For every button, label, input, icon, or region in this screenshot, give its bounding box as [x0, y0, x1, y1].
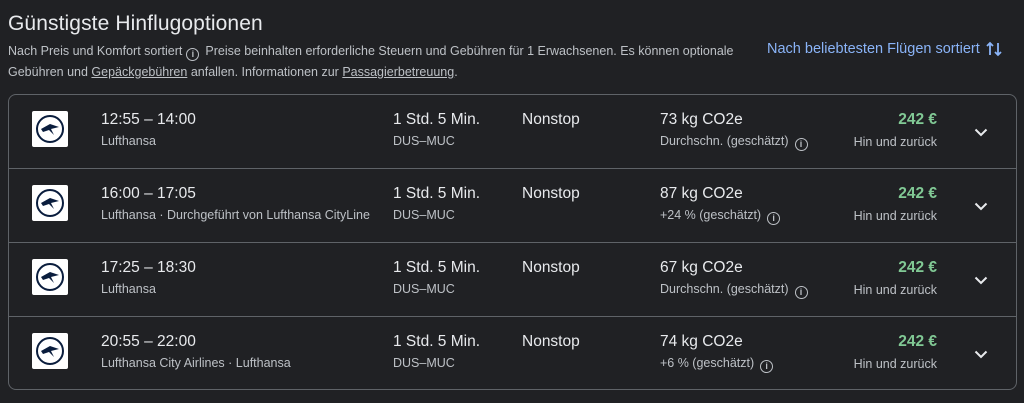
price-note: Hin und zurück — [853, 209, 937, 223]
flight-times: 16:00 – 17:05 — [101, 185, 196, 202]
co2-note-text: Durchschn. (geschätzt) — [660, 282, 789, 296]
passenger-assistance-link[interactable]: Passagierbetreuung — [342, 65, 454, 79]
flight-row[interactable]: 12:55 – 14:00 Lufthansa 1 Std. 5 Min. DU… — [9, 95, 1016, 169]
chevron-down-icon — [974, 350, 988, 358]
airline-name: Lufthansa — [101, 134, 156, 148]
flight-route: DUS–MUC — [393, 282, 455, 296]
airline-name: Lufthansa · Durchgeführt von Lufthansa C… — [101, 208, 370, 222]
info-icon[interactable]: i — [794, 286, 808, 299]
sorted-by-label: Nach Preis und Komfort sortiert — [8, 44, 183, 58]
co2-note: +24 % (geschätzt) i — [660, 208, 786, 225]
co2-note: Durchschn. (geschätzt) i — [660, 134, 814, 151]
flight-price: 242 € — [898, 111, 937, 128]
sort-by-popularity-button[interactable]: Nach beliebtesten Flügen sortiert — [767, 38, 1002, 60]
flight-route: DUS–MUC — [393, 356, 455, 370]
flight-results-page: Günstigste Hinflugoptionen Nach Preis un… — [0, 0, 1024, 403]
price-note: Hin und zurück — [853, 357, 937, 371]
flight-times: 20:55 – 22:00 — [101, 333, 196, 350]
co2-note-text: Durchschn. (geschätzt) — [660, 134, 789, 148]
flight-list: 12:55 – 14:00 Lufthansa 1 Std. 5 Min. DU… — [8, 94, 1017, 390]
co2-note: Durchschn. (geschätzt) i — [660, 282, 814, 299]
flight-duration: 1 Std. 5 Min. — [393, 259, 481, 276]
info-icon[interactable]: i — [760, 360, 774, 373]
baggage-fees-link[interactable]: Gepäckgebühren — [91, 65, 187, 79]
expand-button[interactable] — [967, 192, 995, 220]
expand-button[interactable] — [967, 340, 995, 368]
info-icon[interactable]: i — [186, 48, 200, 61]
co2-emissions: 74 kg CO2e — [660, 333, 743, 350]
expand-button[interactable] — [967, 266, 995, 294]
flight-stops: Nonstop — [522, 259, 580, 276]
info-icon[interactable]: i — [794, 138, 808, 151]
flight-route: DUS–MUC — [393, 208, 455, 222]
chevron-down-icon — [974, 128, 988, 136]
lufthansa-logo-icon — [32, 185, 68, 221]
price-info-text-3: . — [454, 65, 458, 79]
co2-emissions: 67 kg CO2e — [660, 259, 743, 276]
airline-name: Lufthansa City Airlines · Lufthansa — [101, 356, 291, 370]
flight-duration: 1 Std. 5 Min. — [393, 333, 481, 350]
flight-price: 242 € — [898, 185, 937, 202]
lufthansa-logo-icon — [32, 259, 68, 295]
flight-route: DUS–MUC — [393, 134, 455, 148]
co2-emissions: 87 kg CO2e — [660, 185, 743, 202]
co2-emissions: 73 kg CO2e — [660, 111, 743, 128]
expand-button[interactable] — [967, 118, 995, 146]
flight-times: 17:25 – 18:30 — [101, 259, 196, 276]
co2-note-text: +6 % (geschätzt) — [660, 356, 755, 370]
flight-row[interactable]: 17:25 – 18:30 Lufthansa 1 Std. 5 Min. DU… — [9, 243, 1016, 317]
flight-row[interactable]: 20:55 – 22:00 Lufthansa City Airlines · … — [9, 317, 1016, 389]
price-note: Hin und zurück — [853, 283, 937, 297]
flight-duration: 1 Std. 5 Min. — [393, 185, 481, 202]
flight-times: 12:55 – 14:00 — [101, 111, 196, 128]
chevron-down-icon — [974, 276, 988, 284]
flight-stops: Nonstop — [522, 185, 580, 202]
flight-price: 242 € — [898, 333, 937, 350]
flight-duration: 1 Std. 5 Min. — [393, 111, 481, 128]
co2-note-text: +24 % (geschätzt) — [660, 208, 762, 222]
flight-stops: Nonstop — [522, 111, 580, 128]
chevron-down-icon — [974, 202, 988, 210]
airline-name: Lufthansa — [101, 282, 156, 296]
section-subtitle: Nach Preis und Komfort sortiert i Preise b… — [8, 41, 758, 83]
lufthansa-logo-icon — [32, 111, 68, 147]
flight-stops: Nonstop — [522, 333, 580, 350]
price-note: Hin und zurück — [853, 135, 937, 149]
sort-arrows-icon — [986, 41, 1002, 57]
flight-price: 242 € — [898, 259, 937, 276]
price-info-text-2: anfallen. Informationen zur — [190, 65, 339, 79]
lufthansa-logo-icon — [32, 333, 68, 369]
co2-note: +6 % (geschätzt) i — [660, 356, 779, 373]
flight-row[interactable]: 16:00 – 17:05 Lufthansa · Durchgeführt v… — [9, 169, 1016, 243]
sort-button-label: Nach beliebtesten Flügen sortiert — [767, 41, 980, 57]
section-title: Günstigste Hinflugoptionen — [8, 12, 263, 35]
info-icon[interactable]: i — [767, 212, 781, 225]
